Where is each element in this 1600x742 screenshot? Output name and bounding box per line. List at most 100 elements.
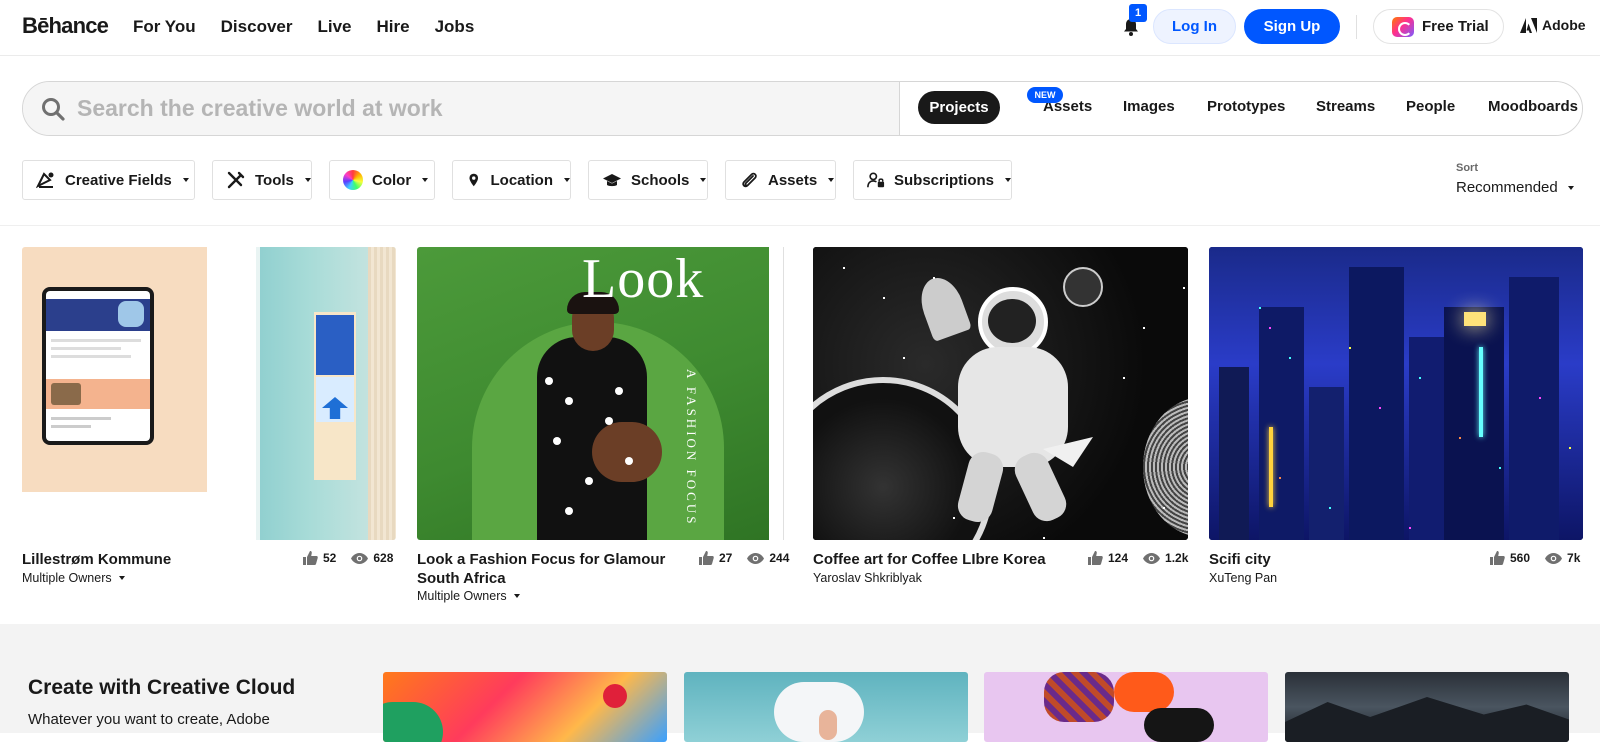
chevron-down-icon bbox=[1005, 178, 1011, 182]
signup-button[interactable]: Sign Up bbox=[1244, 9, 1340, 44]
filter-tools[interactable]: Tools bbox=[212, 160, 312, 200]
project-owner[interactable]: Multiple Owners bbox=[22, 571, 125, 585]
promo-subtitle: Whatever you want to create, Adobe bbox=[28, 711, 270, 728]
tab-projects[interactable]: Projects bbox=[918, 91, 1000, 124]
adobe-link[interactable]: Adobe bbox=[1520, 17, 1586, 33]
search-icon bbox=[42, 98, 65, 121]
tab-streams[interactable]: Streams bbox=[1316, 98, 1375, 115]
search-input[interactable]: Search the creative world at work bbox=[23, 82, 900, 135]
adobe-logo-icon bbox=[1520, 17, 1537, 33]
filter-assets[interactable]: Assets bbox=[725, 160, 836, 200]
owner-name: Yaroslav Shkriblyak bbox=[813, 571, 922, 585]
view-count: 1.2k bbox=[1165, 551, 1189, 565]
carousel-edge bbox=[783, 247, 791, 540]
project-title[interactable]: Coffee art for Coffee LIbre Korea bbox=[813, 550, 1073, 569]
filter-label: Creative Fields bbox=[65, 171, 172, 189]
coffee-art-illustration bbox=[813, 247, 1188, 540]
nav-link-for-you[interactable]: For You bbox=[133, 17, 196, 37]
nav-link-jobs[interactable]: Jobs bbox=[435, 17, 475, 37]
filter-label: Location bbox=[490, 171, 554, 189]
sort-label: Sort bbox=[1456, 162, 1478, 174]
project-title[interactable]: Scifi city bbox=[1209, 550, 1409, 569]
tablet-mockup-background bbox=[22, 247, 207, 492]
filter-location[interactable]: Location bbox=[452, 160, 571, 200]
chevron-down-icon bbox=[182, 178, 189, 182]
nav-link-live[interactable]: Live bbox=[317, 17, 351, 37]
search-bar: Search the creative world at work Projec… bbox=[22, 81, 1583, 136]
owner-name: XuTeng Pan bbox=[1209, 571, 1278, 585]
project-stats: 27 244 bbox=[699, 551, 789, 565]
promo-tile-image[interactable] bbox=[1285, 672, 1569, 742]
project-title[interactable]: Lillestrøm Kommune bbox=[22, 550, 282, 569]
project-thumbnail[interactable] bbox=[813, 247, 1188, 540]
view-count: 244 bbox=[769, 551, 790, 565]
project-owner[interactable]: XuTeng Pan bbox=[1209, 571, 1277, 585]
tab-images[interactable]: Images bbox=[1123, 98, 1175, 115]
nav-divider bbox=[1356, 15, 1357, 39]
tab-prototypes[interactable]: Prototypes bbox=[1207, 98, 1285, 115]
project-owner[interactable]: Yaroslav Shkriblyak bbox=[813, 571, 922, 585]
tools-icon bbox=[227, 171, 245, 189]
chevron-down-icon bbox=[513, 594, 520, 598]
view-count: 7k bbox=[1567, 551, 1581, 565]
top-navigation: Bēhance For You Discover Live Hire Jobs … bbox=[0, 0, 1600, 56]
project-thumbnail[interactable] bbox=[22, 247, 396, 540]
creative-fields-icon bbox=[36, 172, 54, 189]
main-nav-links: For You Discover Live Hire Jobs bbox=[133, 17, 474, 37]
nav-link-discover[interactable]: Discover bbox=[221, 17, 293, 37]
magazine-title: Look bbox=[582, 248, 705, 310]
filter-creative-fields[interactable]: Creative Fields bbox=[22, 160, 195, 200]
search-type-tabs: Projects Assets Images Prototypes Stream… bbox=[900, 82, 1582, 135]
chevron-down-icon bbox=[1567, 185, 1574, 190]
owner-name: Multiple Owners bbox=[22, 571, 112, 585]
user-lock-icon bbox=[867, 172, 885, 188]
project-thumbnail[interactable]: Look A FASHION FOCUS bbox=[417, 247, 791, 540]
tab-moodboards[interactable]: Moodboards bbox=[1488, 98, 1578, 115]
filter-label: Schools bbox=[631, 171, 690, 189]
promo-tile-image[interactable] bbox=[684, 672, 968, 742]
free-trial-button[interactable]: Free Trial bbox=[1373, 9, 1504, 44]
behance-logo[interactable]: Bēhance bbox=[22, 13, 109, 39]
promo-tile-image[interactable] bbox=[984, 672, 1268, 742]
project-thumbnail[interactable] bbox=[1209, 247, 1583, 540]
filter-color[interactable]: Color bbox=[329, 160, 435, 200]
location-pin-icon bbox=[469, 173, 479, 187]
chevron-down-icon bbox=[700, 178, 707, 182]
sort-value: Recommended bbox=[1456, 179, 1558, 196]
eye-icon bbox=[1545, 552, 1563, 564]
chevron-down-icon bbox=[304, 178, 311, 182]
creative-cloud-icon bbox=[1392, 16, 1414, 37]
filter-schools[interactable]: Schools bbox=[588, 160, 708, 200]
tab-people[interactable]: People bbox=[1406, 98, 1455, 115]
view-count: 628 bbox=[373, 551, 394, 565]
nav-link-hire[interactable]: Hire bbox=[377, 17, 410, 37]
scifi-city-illustration bbox=[1209, 247, 1583, 540]
thumbs-up-icon bbox=[1088, 551, 1103, 565]
eye-icon bbox=[351, 552, 369, 564]
chevron-down-icon bbox=[118, 576, 125, 580]
sort-dropdown[interactable]: Recommended bbox=[1456, 179, 1574, 196]
new-badge: NEW bbox=[1027, 87, 1063, 103]
filter-divider bbox=[0, 225, 1600, 226]
project-title[interactable]: Look a Fashion Focus for Glamour South A… bbox=[417, 550, 682, 588]
thumbs-up-icon bbox=[699, 551, 714, 565]
filter-label: Color bbox=[372, 171, 412, 189]
promo-tile-image[interactable] bbox=[383, 672, 667, 742]
login-button[interactable]: Log In bbox=[1153, 9, 1236, 44]
signage-photo bbox=[256, 247, 396, 540]
chevron-down-icon bbox=[828, 178, 835, 182]
filter-label: Tools bbox=[255, 171, 294, 189]
project-owner[interactable]: Multiple Owners bbox=[417, 589, 520, 603]
tablet-device bbox=[42, 287, 154, 445]
project-stats: 52 628 bbox=[303, 551, 393, 565]
magazine-vertical-text: A FASHION FOCUS bbox=[684, 369, 699, 527]
notification-count-badge: 1 bbox=[1129, 4, 1147, 22]
owner-name: Multiple Owners bbox=[417, 589, 507, 603]
search-placeholder: Search the creative world at work bbox=[77, 95, 443, 121]
filter-subscriptions[interactable]: Subscriptions bbox=[853, 160, 1012, 200]
project-stats: 560 7k bbox=[1490, 551, 1580, 565]
thumbs-up-icon bbox=[1490, 551, 1505, 565]
tablet-screen bbox=[46, 291, 150, 441]
like-count: 52 bbox=[323, 551, 337, 565]
like-count: 27 bbox=[719, 551, 733, 565]
